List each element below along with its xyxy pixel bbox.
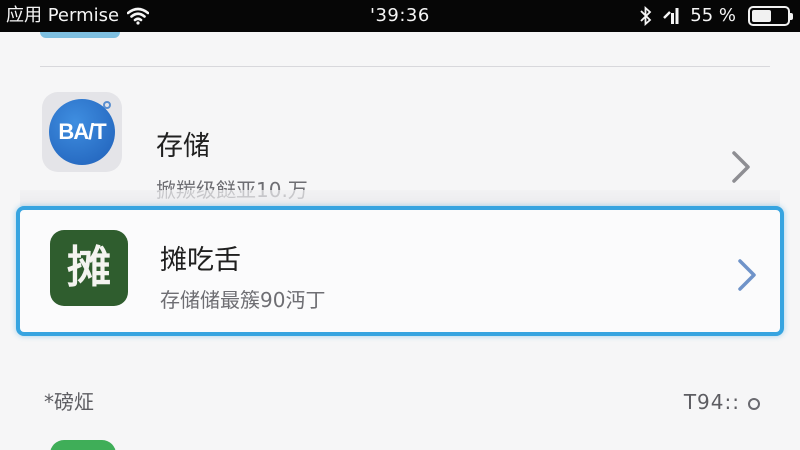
battery-level	[752, 10, 771, 22]
battery-icon	[748, 6, 793, 26]
badge-dot-icon	[103, 101, 111, 109]
info-circle-icon[interactable]	[748, 398, 760, 410]
tan-app-icon: 摊	[50, 230, 128, 306]
bat-app-icon: BA/T	[42, 92, 122, 172]
bluetooth-icon	[640, 6, 652, 26]
battery-label: 55 %	[690, 5, 736, 26]
section-footer: *磅炡 T94::	[0, 350, 800, 450]
row-separator	[20, 190, 780, 206]
status-left: 应用 Permise	[6, 0, 150, 32]
row-title: 摊吃舌	[160, 245, 241, 276]
next-app-icon-peek	[50, 440, 116, 450]
list-item-selected[interactable]: 摊 摊吃舌 存储储最簇90沔丁	[16, 206, 784, 336]
section-value: T94::	[683, 390, 740, 414]
bat-logo: BA/T	[49, 99, 115, 165]
tan-app-glyph: 摊	[67, 242, 111, 293]
status-time: '39:36	[370, 5, 430, 26]
list-item-storage[interactable]: BA/T 存储 掀羰级餸亚10.万	[0, 84, 800, 204]
divider	[40, 66, 770, 67]
bat-logo-text: BA/T	[58, 119, 106, 144]
row-subtitle: 存储储最簇90沔丁	[160, 288, 326, 312]
chevron-right-icon	[730, 150, 752, 188]
carrier-label: 应用 Permise	[6, 5, 120, 26]
settings-sheet: BA/T 存储 掀羰级餸亚10.万 摊 摊吃舌 存储储最簇90沔丁 *磅炡 T9…	[0, 32, 800, 450]
status-right: 55 %	[640, 0, 793, 32]
wifi-icon	[127, 7, 150, 25]
chevron-right-icon	[736, 258, 758, 296]
section-label: *磅炡	[44, 390, 94, 414]
row-title: 存储	[156, 131, 210, 162]
previous-row-peek	[40, 32, 120, 38]
signal-icon	[662, 7, 680, 25]
status-bar: 应用 Permise '39:36 55 %	[0, 0, 800, 32]
